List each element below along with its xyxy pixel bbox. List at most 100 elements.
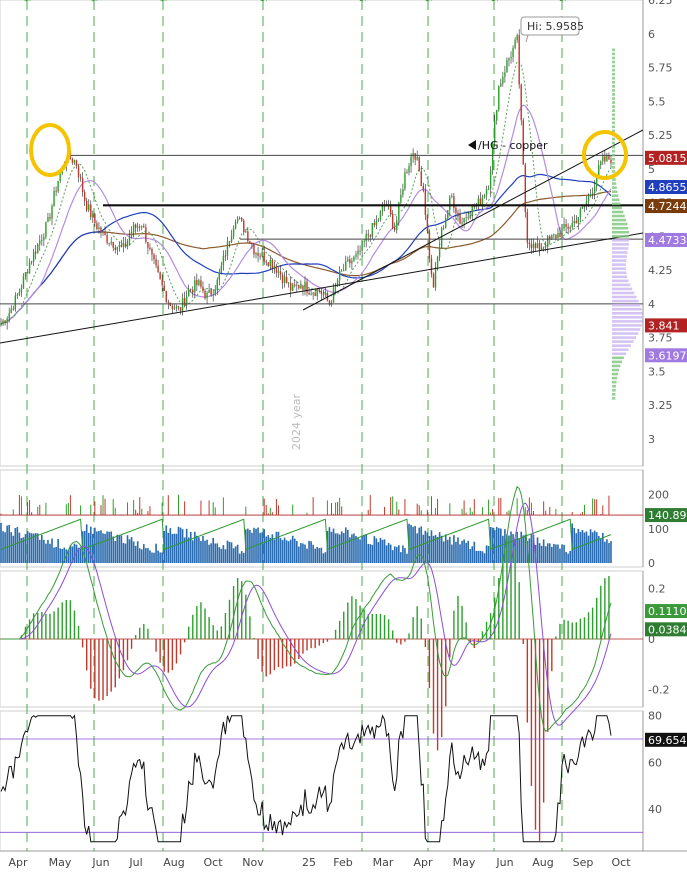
volume-profile-bar bbox=[612, 198, 620, 202]
candle-body bbox=[171, 305, 174, 310]
volume-profile-bar bbox=[612, 234, 630, 238]
volume-bar bbox=[281, 540, 284, 563]
volume-profile-bar bbox=[612, 89, 615, 92]
candle-body bbox=[271, 259, 274, 268]
macd-histogram-bar bbox=[449, 639, 451, 658]
macd-histogram-bar bbox=[200, 602, 202, 640]
candle-body bbox=[163, 285, 165, 291]
macd-histogram-bar bbox=[249, 616, 251, 640]
symbol-label[interactable]: /HG - copper bbox=[468, 139, 548, 152]
candle-body bbox=[396, 220, 398, 231]
volume-bar bbox=[2, 531, 4, 563]
x-tick-label: Mar bbox=[373, 856, 394, 869]
volume-profile-bar bbox=[612, 202, 621, 206]
volume-bar bbox=[79, 548, 82, 563]
macd-histogram-bar bbox=[440, 639, 443, 738]
grid-layer bbox=[0, 0, 687, 852]
volume-bar bbox=[371, 544, 374, 563]
candle-body bbox=[571, 223, 573, 228]
price-y-tick: 5.25 bbox=[648, 129, 673, 142]
volume-bar bbox=[24, 534, 27, 563]
volume-profile-bar bbox=[612, 259, 627, 262]
macd-histogram-bar bbox=[94, 639, 96, 699]
x-tick-label: Aug bbox=[163, 856, 184, 869]
volume-bar bbox=[8, 524, 10, 563]
x-tick-label: 25 bbox=[302, 856, 316, 869]
candle-body bbox=[241, 217, 243, 221]
candle-body bbox=[34, 251, 37, 254]
macd-histogram-bar bbox=[192, 614, 194, 640]
x-tick-label: May bbox=[49, 856, 72, 869]
chart-canvas[interactable]: GN24 GU24 GZ24 GH25 GK25 GN25 GU25 GZ25 6.25 6 5.… bbox=[0, 0, 687, 874]
rsi-line bbox=[0, 714, 612, 843]
volume-bar bbox=[249, 529, 251, 563]
volume-profile-bar bbox=[612, 380, 617, 384]
volume-profile-bar bbox=[612, 255, 627, 258]
volume-bar bbox=[57, 538, 59, 563]
candle-body bbox=[302, 285, 304, 290]
macd-histogram-bar bbox=[400, 639, 402, 645]
volume-profile-bar bbox=[612, 105, 615, 108]
candle-body bbox=[304, 281, 306, 290]
volume-bar bbox=[259, 532, 261, 563]
macd-histogram-bar bbox=[408, 633, 410, 640]
ma-50-line bbox=[0, 173, 612, 325]
volume-bar bbox=[151, 552, 153, 563]
candle-body bbox=[369, 235, 371, 237]
volume-bar bbox=[222, 545, 225, 563]
macd-histogram-bar bbox=[530, 639, 533, 786]
volume-y-tick: 100 bbox=[648, 523, 669, 536]
volume-profile-bar bbox=[612, 52, 615, 56]
macd-badge-text: 0.11102 bbox=[648, 605, 687, 618]
candle-body bbox=[320, 291, 323, 294]
candle-body bbox=[298, 285, 300, 289]
candle-body bbox=[85, 200, 88, 211]
macd-histogram-bar bbox=[147, 628, 149, 640]
candle-body bbox=[179, 307, 182, 311]
volume-profile-bar bbox=[612, 230, 629, 234]
macd-histogram-bar bbox=[334, 629, 337, 640]
volume-bar bbox=[204, 540, 206, 563]
candle-body bbox=[232, 228, 235, 237]
volume-bar bbox=[143, 544, 145, 563]
candle-body bbox=[589, 194, 592, 196]
volume-bar bbox=[269, 537, 272, 563]
candle-body bbox=[461, 222, 463, 224]
candle-body bbox=[165, 290, 167, 302]
candle-body bbox=[28, 262, 31, 274]
macd-histogram-bar bbox=[41, 611, 43, 640]
volume-bar bbox=[491, 527, 494, 563]
volume-bar bbox=[145, 548, 147, 563]
candle-body bbox=[228, 241, 231, 243]
candle-body bbox=[98, 227, 100, 230]
volume-bar bbox=[551, 546, 553, 563]
macd-histogram-bar bbox=[102, 639, 104, 700]
macd-histogram-bar bbox=[322, 639, 325, 644]
volume-bar bbox=[493, 530, 496, 563]
volume-bar bbox=[230, 542, 233, 563]
candle-body bbox=[285, 276, 288, 284]
candle-body bbox=[257, 252, 259, 256]
volume-bar bbox=[449, 536, 451, 563]
volume-bar bbox=[191, 540, 194, 563]
candle-body bbox=[467, 217, 469, 219]
macd-histogram-bar bbox=[73, 610, 76, 640]
candle-body bbox=[432, 274, 435, 288]
candle-body bbox=[126, 240, 129, 247]
volume-profile-bar bbox=[612, 299, 639, 303]
macd-histogram-bar bbox=[143, 623, 145, 640]
volume-bar bbox=[16, 527, 19, 563]
volume-profile-bar bbox=[612, 141, 616, 145]
candle-body bbox=[404, 172, 406, 190]
volume-profile-bar bbox=[612, 332, 639, 335]
candle-body bbox=[477, 198, 480, 205]
volume-bar bbox=[375, 538, 378, 563]
candle-body bbox=[534, 243, 537, 249]
candle-body bbox=[345, 261, 347, 271]
volume-bar bbox=[516, 531, 518, 563]
price-panel-frame bbox=[0, 0, 644, 467]
volume-bar bbox=[328, 527, 331, 563]
macd-histogram-bar bbox=[534, 639, 537, 830]
candle-body bbox=[436, 257, 439, 267]
candle-body bbox=[549, 236, 551, 239]
